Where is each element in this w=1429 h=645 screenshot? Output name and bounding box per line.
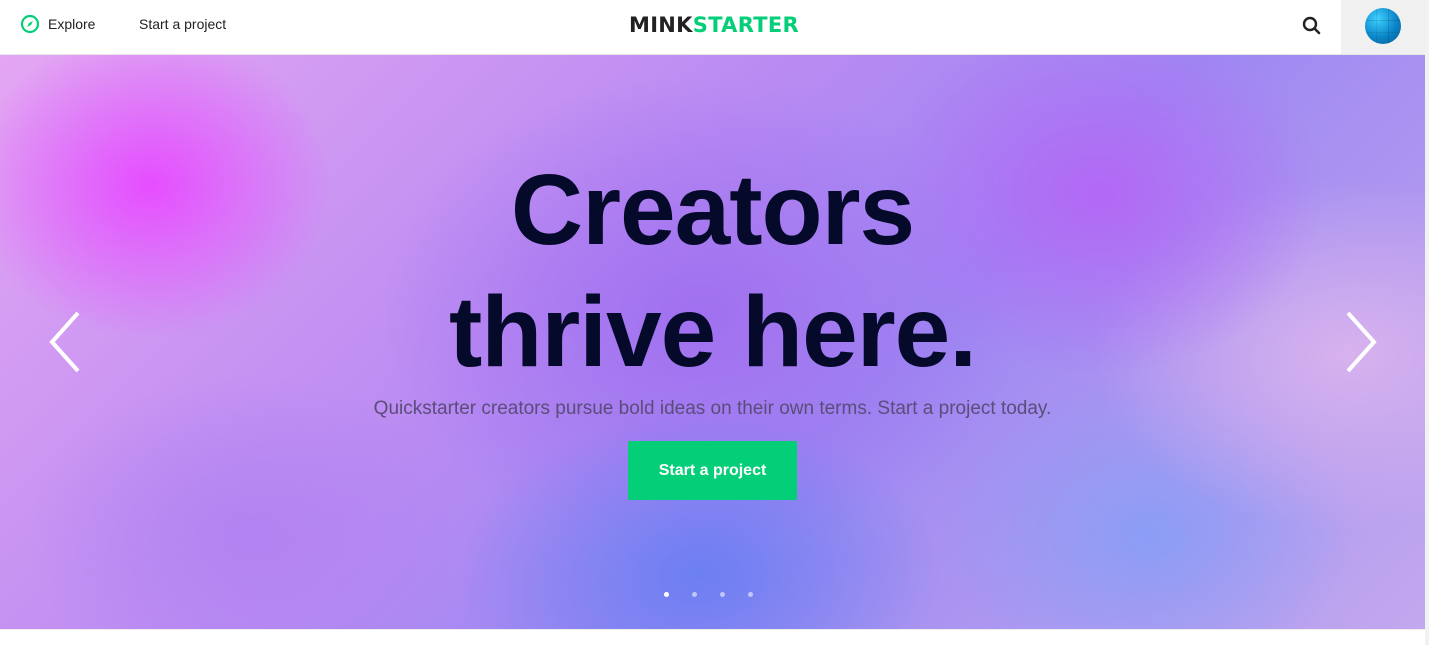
carousel-dot-4[interactable] — [748, 592, 753, 597]
start-project-link[interactable]: Start a project — [139, 16, 226, 32]
logo-text-part1: MINK — [629, 13, 693, 37]
hero-subtitle: Quickstarter creators pursue bold ideas … — [373, 398, 1052, 419]
explore-label: Explore — [48, 16, 96, 32]
carousel-dot-3[interactable] — [720, 592, 725, 597]
compass-icon — [20, 14, 40, 34]
start-project-button[interactable]: Start a project — [628, 441, 797, 500]
search-button[interactable] — [1300, 14, 1324, 38]
avatar — [1365, 8, 1401, 44]
minkstarter-logo[interactable]: MINKSTARTER — [629, 13, 799, 37]
carousel-prev-button[interactable] — [46, 307, 86, 377]
user-menu-button[interactable] — [1341, 0, 1425, 54]
carousel-dot-1[interactable] — [664, 592, 669, 597]
carousel-dot-2[interactable] — [692, 592, 697, 597]
hero-title-line1: Creators — [510, 154, 915, 266]
top-navigation-bar: Explore Start a project MINKSTARTER — [0, 0, 1425, 55]
chevron-left-icon — [49, 311, 80, 373]
hero-carousel: Creators thrive here. Quickstarter creat… — [0, 55, 1425, 629]
hero-title-line2: thrive here. — [448, 276, 977, 388]
chevron-right-icon — [1346, 311, 1377, 373]
search-icon — [1302, 16, 1321, 35]
page-content-start — [0, 629, 1425, 645]
explore-link[interactable]: Explore — [20, 14, 95, 34]
carousel-next-button[interactable] — [1340, 307, 1380, 377]
logo-text-part2: STARTER — [692, 13, 800, 37]
hero-title: Creators thrive here. — [0, 149, 1425, 393]
scrollbar[interactable] — [1425, 0, 1429, 645]
carousel-pagination — [664, 592, 753, 597]
